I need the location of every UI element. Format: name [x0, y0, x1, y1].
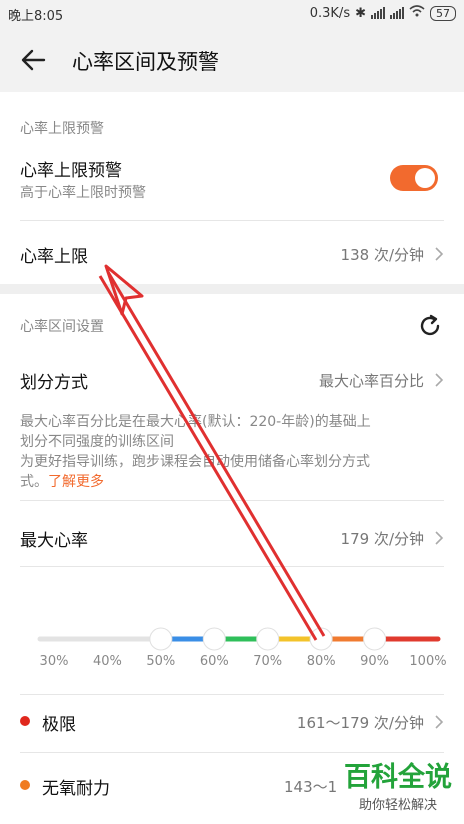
toggle-knob	[415, 168, 435, 188]
status-time: 晚上8:05	[8, 9, 64, 24]
chevron-right-icon	[435, 531, 444, 545]
slider-tick-label: 80%	[306, 654, 336, 669]
watermark-subtitle: 助你轻松解决	[358, 798, 437, 813]
divider	[20, 566, 444, 567]
upper-warning-subtitle: 高于心率上限时预警	[20, 185, 146, 201]
chevron-right-icon	[435, 715, 444, 729]
divider	[20, 220, 444, 221]
description-line: 为更好指导训练，跑步课程会自动使用储备心率划分方式	[20, 454, 370, 470]
signal-icon-2	[390, 7, 404, 19]
slider-tick-label: 60%	[199, 654, 229, 669]
wifi-icon	[409, 5, 425, 21]
status-bar: 晚上8:05 0.3K/s ✱ 57	[0, 0, 464, 28]
slider-tick-label: 90%	[360, 654, 390, 669]
slider-tick-label: 40%	[92, 654, 122, 669]
zone-range: 161～179 次/分钟	[296, 714, 424, 732]
title-bar: 心率区间及预警	[0, 28, 464, 92]
description-line: 式。	[20, 474, 48, 490]
section-label-zone-settings: 心率区间设置	[20, 319, 104, 335]
zone-name: 无氧耐力	[42, 779, 110, 799]
zone-name: 极限	[42, 715, 76, 735]
network-speed: 0.3K/s	[309, 5, 351, 21]
heart-rate-limit-value: 138 次/分钟	[340, 246, 424, 264]
division-method-description: 最大心率百分比是在最大心率(默认：220-年龄)的基础上 划分不同强度的训练区间…	[20, 412, 445, 492]
refresh-icon	[420, 314, 440, 336]
division-method-value: 最大心率百分比	[318, 372, 424, 390]
watermark-title: 百科全说	[344, 762, 452, 793]
watermark-logo: 百科全说 助你轻松解决	[338, 762, 458, 813]
zone-range: 143～1	[284, 778, 338, 796]
heart-rate-limit-label: 心率上限	[20, 247, 88, 267]
learn-more-link[interactable]: 了解更多	[48, 474, 104, 490]
section-gap	[0, 284, 464, 294]
zone-color-dot	[20, 716, 30, 726]
divider	[20, 752, 444, 753]
division-method-label: 划分方式	[20, 373, 88, 393]
slider-tick-label: 30%	[39, 654, 69, 669]
slider-handle[interactable]	[363, 627, 387, 651]
signal-icon	[371, 7, 385, 19]
back-button[interactable]	[18, 46, 50, 74]
divider	[20, 500, 444, 501]
slider-handle[interactable]	[256, 627, 280, 651]
slider-handle[interactable]	[202, 627, 226, 651]
zone-color-dot	[20, 780, 30, 790]
slider-tick-label: 50%	[146, 654, 176, 669]
slider-tick-label: 70%	[253, 654, 283, 669]
chevron-right-icon	[435, 247, 444, 261]
upper-warning-title: 心率上限预警	[20, 161, 122, 181]
max-heart-rate-value: 179 次/分钟	[340, 530, 424, 548]
status-icons: 0.3K/s ✱ 57	[310, 5, 456, 21]
back-arrow-icon	[21, 49, 46, 71]
description-line: 划分不同强度的训练区间	[20, 434, 174, 450]
zone-slider[interactable]	[0, 620, 464, 680]
battery-icon: 57	[430, 5, 456, 21]
slider-tick-label: 100%	[409, 654, 447, 669]
reset-button[interactable]	[416, 312, 444, 340]
slider-handle[interactable]	[149, 627, 173, 651]
page-title: 心率区间及预警	[72, 50, 219, 74]
upper-warning-toggle[interactable]	[390, 165, 438, 191]
max-heart-rate-label: 最大心率	[20, 531, 88, 551]
description-line: 最大心率百分比是在最大心率(默认：220-年龄)的基础上	[20, 414, 371, 430]
divider	[20, 694, 444, 695]
bluetooth-icon: ✱	[355, 5, 366, 21]
section-label-upper-warning: 心率上限预警	[20, 121, 104, 137]
chevron-right-icon	[435, 373, 444, 387]
slider-handle[interactable]	[309, 627, 333, 651]
